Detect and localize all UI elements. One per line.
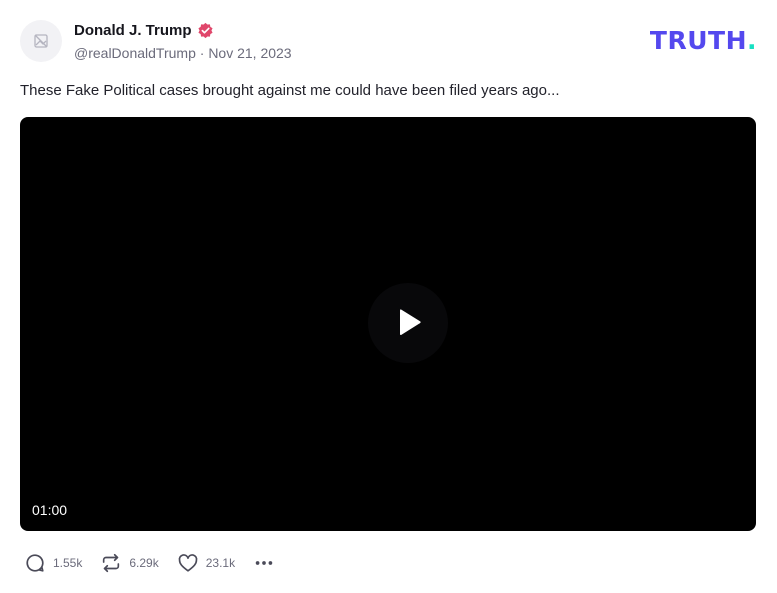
post-actions: 1.55k 6.29k 23.1k [24,551,275,575]
like-button[interactable]: 23.1k [177,552,235,574]
retruth-button[interactable]: 6.29k [100,552,159,574]
truth-social-logo[interactable]: TRUTH. [650,26,757,56]
retruth-count: 6.29k [129,556,159,570]
reply-button[interactable]: 1.55k [24,552,82,574]
post-text: These Fake Political cases brought again… [20,82,560,99]
meta-separator: · [199,45,205,61]
play-icon [400,309,421,336]
reply-count: 1.55k [53,556,83,570]
author-block: Donald J. Trump @realDonaldTrump · Nov 2… [74,20,292,62]
speech-bubble-icon [26,554,44,572]
brand-dot: . [747,26,757,55]
heart-icon [178,554,198,572]
play-button[interactable] [368,283,448,363]
repost-arrows-icon [103,553,120,573]
video-player[interactable]: 01:00 [20,117,756,531]
brand-wordmark: TRUTH [649,26,747,55]
image-placeholder-icon [34,34,48,48]
more-options-button[interactable] [253,552,275,574]
ellipsis-icon [255,561,273,565]
post-meta: @realDonaldTrump · Nov 21, 2023 [74,44,292,62]
truth-post: Donald J. Trump @realDonaldTrump · Nov 2… [0,0,777,593]
author-display-name[interactable]: Donald J. Trump [74,22,192,39]
author-handle[interactable]: @realDonaldTrump [74,45,196,61]
avatar[interactable] [20,20,62,62]
like-count: 23.1k [205,556,236,570]
post-date[interactable]: Nov 21, 2023 [208,45,291,61]
video-duration: 01:00 [32,502,68,518]
verified-badge-icon [197,22,213,38]
name-row: Donald J. Trump [74,20,292,40]
